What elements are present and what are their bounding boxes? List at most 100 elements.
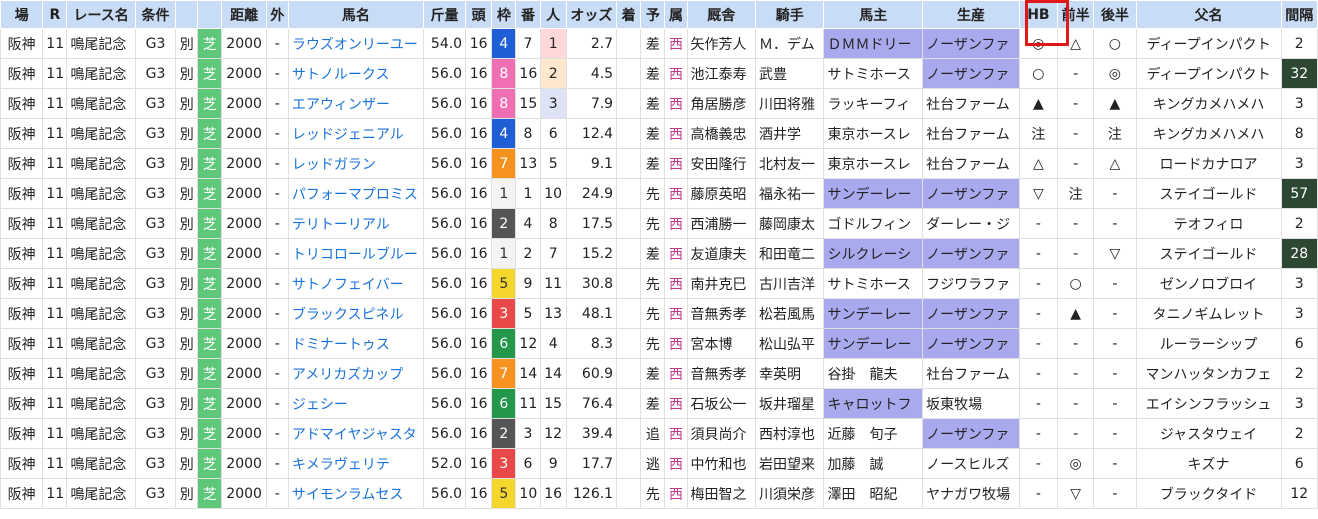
header-pace-style[interactable]: 予 bbox=[640, 0, 666, 29]
cell-interval: 8 bbox=[1280, 118, 1318, 149]
cell-venue: 阪神 bbox=[0, 478, 44, 509]
header-stable[interactable]: 厩舎 bbox=[686, 0, 757, 29]
cell-condition: 別 bbox=[175, 328, 199, 359]
cell-venue: 阪神 bbox=[0, 148, 44, 179]
cell-field-size: 16 bbox=[465, 88, 493, 119]
cell-horse-name[interactable]: ドミナートゥス bbox=[287, 328, 424, 359]
cell-popularity: 3 bbox=[539, 88, 567, 119]
cell-second-half-mark: - bbox=[1093, 388, 1137, 419]
cell-horse-name[interactable]: ジェシー bbox=[287, 388, 424, 419]
cell-jockey: 古川吉洋 bbox=[754, 268, 825, 299]
cell-second-half-mark: ▲ bbox=[1093, 88, 1137, 119]
cell-outer: - bbox=[265, 28, 289, 59]
header-grade[interactable]: 条件 bbox=[134, 0, 177, 29]
cell-horse-name[interactable]: パフォーマプロミス bbox=[287, 178, 424, 209]
cell-pace-style: 差 bbox=[640, 388, 666, 419]
cell-affiliation: 西 bbox=[664, 448, 688, 479]
header-outer[interactable]: 外 bbox=[265, 0, 289, 29]
cell-horse-name[interactable]: ラウズオンリーユー bbox=[287, 28, 424, 59]
cell-second-half-mark: △ bbox=[1093, 148, 1137, 179]
cell-finish bbox=[616, 88, 642, 119]
cell-horse-name[interactable]: ブラックスピネル bbox=[287, 298, 424, 329]
cell-race-no: 11 bbox=[42, 328, 68, 359]
cell-outer: - bbox=[265, 148, 289, 179]
cell-finish bbox=[616, 358, 642, 389]
cell-field-size: 16 bbox=[465, 118, 493, 149]
header-waku[interactable]: 枠 bbox=[491, 0, 517, 29]
cell-distance: 2000 bbox=[221, 118, 267, 149]
cell-horse-name[interactable]: エアウィンザー bbox=[287, 88, 424, 119]
cell-first-half-mark: ◎ bbox=[1057, 448, 1095, 479]
cell-venue: 阪神 bbox=[0, 448, 44, 479]
header-second-half-mark[interactable]: 後半 bbox=[1093, 0, 1137, 29]
header-condition[interactable] bbox=[175, 0, 199, 29]
cell-stable: 友道康夫 bbox=[686, 238, 757, 269]
cell-outer: - bbox=[265, 88, 289, 119]
cell-second-half-mark: - bbox=[1093, 358, 1137, 389]
cell-jockey: 北村友一 bbox=[754, 148, 825, 179]
header-venue[interactable]: 場 bbox=[0, 0, 44, 29]
header-odds[interactable]: オッズ bbox=[565, 0, 618, 29]
cell-first-half-mark: - bbox=[1057, 58, 1095, 89]
header-first-half-mark[interactable]: 前半 bbox=[1057, 0, 1095, 29]
header-horse-name[interactable]: 馬名 bbox=[287, 0, 424, 29]
cell-surface: 芝 bbox=[197, 418, 223, 449]
cell-weight: 56.0 bbox=[422, 118, 467, 149]
cell-weight: 56.0 bbox=[422, 208, 467, 239]
header-race-no[interactable]: R bbox=[42, 0, 68, 29]
header-affiliation[interactable]: 属 bbox=[664, 0, 688, 29]
header-breeder[interactable]: 生産 bbox=[922, 0, 1020, 29]
cell-finish bbox=[616, 268, 642, 299]
header-distance[interactable]: 距離 bbox=[221, 0, 267, 29]
cell-horse-name[interactable]: トリコロールブルー bbox=[287, 238, 424, 269]
cell-distance: 2000 bbox=[221, 238, 267, 269]
cell-umaban: 11 bbox=[515, 388, 541, 419]
cell-umaban: 9 bbox=[515, 268, 541, 299]
cell-horse-name[interactable]: アドマイヤジャスタ bbox=[287, 418, 424, 449]
cell-owner: 東京ホースレ bbox=[823, 118, 924, 149]
cell-horse-name[interactable]: サイモンラムセス bbox=[287, 478, 424, 509]
header-owner[interactable]: 馬主 bbox=[823, 0, 924, 29]
cell-race-no: 11 bbox=[42, 208, 68, 239]
cell-grade: G3 bbox=[134, 358, 177, 389]
header-umaban[interactable]: 番 bbox=[515, 0, 541, 29]
cell-stable: 安田隆行 bbox=[686, 148, 757, 179]
cell-breeder: ダーレー・ジ bbox=[922, 208, 1020, 239]
header-race-name[interactable]: レース名 bbox=[66, 0, 136, 29]
cell-horse-name[interactable]: サトノフェイバー bbox=[287, 268, 424, 299]
cell-stable: 音無秀孝 bbox=[686, 358, 757, 389]
header-weight[interactable]: 斤量 bbox=[422, 0, 467, 29]
header-interval[interactable]: 間隔 bbox=[1280, 0, 1318, 29]
cell-condition: 別 bbox=[175, 148, 199, 179]
header-field-size[interactable]: 頭 bbox=[465, 0, 493, 29]
header-popularity[interactable]: 人 bbox=[539, 0, 567, 29]
header-surface[interactable] bbox=[197, 0, 223, 29]
cell-surface: 芝 bbox=[197, 88, 223, 119]
cell-jockey: 松山弘平 bbox=[754, 328, 825, 359]
cell-field-size: 16 bbox=[465, 418, 493, 449]
cell-race-no: 11 bbox=[42, 118, 68, 149]
cell-pace-style: 差 bbox=[640, 238, 666, 269]
header-hb-mark[interactable]: HB bbox=[1018, 0, 1059, 29]
cell-grade: G3 bbox=[134, 208, 177, 239]
cell-horse-name[interactable]: レッドガラン bbox=[287, 148, 424, 179]
header-sire[interactable]: 父名 bbox=[1135, 0, 1282, 29]
cell-horse-name[interactable]: レッドジェニアル bbox=[287, 118, 424, 149]
cell-venue: 阪神 bbox=[0, 28, 44, 59]
cell-hb-mark: - bbox=[1018, 328, 1059, 359]
cell-first-half-mark: - bbox=[1057, 118, 1095, 149]
cell-horse-name[interactable]: サトノルークス bbox=[287, 58, 424, 89]
header-jockey[interactable]: 騎手 bbox=[754, 0, 825, 29]
cell-horse-name[interactable]: テリトーリアル bbox=[287, 208, 424, 239]
cell-horse-name[interactable]: キメラヴェリテ bbox=[287, 448, 424, 479]
cell-first-half-mark: - bbox=[1057, 88, 1095, 119]
cell-venue: 阪神 bbox=[0, 418, 44, 449]
cell-owner: サトミホース bbox=[823, 268, 924, 299]
cell-sire: ディープインパクト bbox=[1135, 58, 1282, 89]
cell-waku: 4 bbox=[491, 118, 517, 149]
cell-grade: G3 bbox=[134, 388, 177, 419]
cell-first-half-mark: ○ bbox=[1057, 268, 1095, 299]
cell-race-name: 鳴尾記念 bbox=[66, 478, 136, 509]
cell-horse-name[interactable]: アメリカズカップ bbox=[287, 358, 424, 389]
header-finish[interactable]: 着 bbox=[616, 0, 642, 29]
